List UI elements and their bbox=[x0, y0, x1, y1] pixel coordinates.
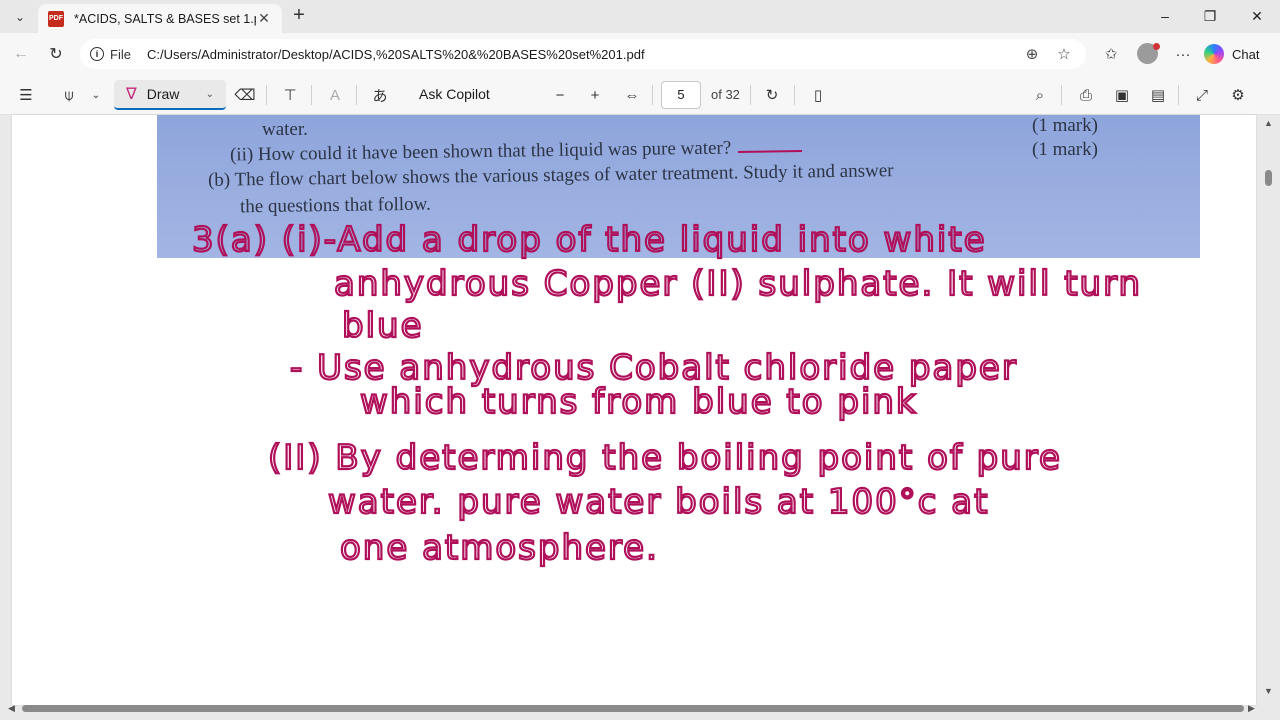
browser-tab[interactable]: PDF *ACIDS, SALTS & BASES set 1.pdf ✕ bbox=[38, 4, 282, 33]
separator bbox=[266, 85, 267, 105]
draw-label: Draw bbox=[146, 86, 180, 102]
info-icon[interactable]: i bbox=[90, 47, 104, 61]
separator bbox=[1061, 85, 1062, 105]
draw-chevron-icon[interactable]: ⌄ bbox=[206, 89, 214, 100]
contents-list-icon[interactable]: ☰ bbox=[14, 83, 38, 107]
text-box-icon[interactable]: ⊤ bbox=[278, 83, 302, 107]
vertical-scrollbar[interactable] bbox=[1262, 115, 1274, 705]
restore-button[interactable]: ❐ bbox=[1196, 5, 1224, 27]
scroll-right-icon[interactable]: ▶ bbox=[1248, 703, 1255, 714]
tab-title: *ACIDS, SALTS & BASES set 1.pdf bbox=[74, 11, 256, 26]
ink-line: which turns from blue to pink bbox=[360, 382, 918, 422]
separator bbox=[794, 85, 795, 105]
highlight-chevron-icon[interactable]: ⌄ bbox=[84, 83, 108, 107]
fit-width-icon[interactable]: ⇔ bbox=[620, 83, 644, 107]
ask-copilot-button[interactable]: Ask Copilot bbox=[419, 86, 490, 102]
settings-gear-icon[interactable]: ⚙ bbox=[1226, 83, 1250, 107]
pdf-icon: PDF bbox=[48, 10, 64, 27]
separator bbox=[750, 85, 751, 105]
page-total-label: of 32 bbox=[711, 87, 740, 102]
zoom-icon[interactable]: ⊕ bbox=[1020, 45, 1044, 63]
zoom-in-icon[interactable]: + bbox=[583, 83, 607, 107]
read-aloud-icon[interactable]: A bbox=[323, 83, 347, 107]
pdf-toolbar: ☰ ⍦ ⌄ ∇ Draw ⌄ ⌫ ⊤ A あ Ask Copilot − + ⇔… bbox=[0, 75, 1280, 115]
chevron-down-icon: ⌄ bbox=[14, 10, 26, 24]
file-label: File bbox=[110, 46, 131, 62]
highlight-icon[interactable]: ⍦ bbox=[57, 83, 81, 107]
underline-stroke bbox=[737, 150, 803, 153]
back-button[interactable]: ← bbox=[8, 42, 34, 66]
ink-line: blue bbox=[342, 306, 424, 346]
vertical-scroll-thumb[interactable] bbox=[1265, 170, 1272, 186]
refresh-button[interactable]: ↻ bbox=[43, 42, 69, 66]
search-icon[interactable]: ⌕ bbox=[1028, 83, 1052, 107]
zoom-out-icon[interactable]: − bbox=[548, 83, 572, 107]
page-number-input[interactable]: 5 bbox=[661, 81, 701, 109]
scroll-up-icon[interactable]: ▲ bbox=[1264, 118, 1273, 128]
separator bbox=[311, 85, 312, 105]
ink-line: 3(a) (i)-Add a drop of the liquid into w… bbox=[192, 220, 987, 260]
handwritten-annotations: 3(a) (i)-Add a drop of the liquid into w… bbox=[191, 150, 1142, 569]
tab-actions-menu-button[interactable]: ⌄ bbox=[8, 6, 32, 28]
separator bbox=[356, 85, 357, 105]
new-tab-button[interactable]: + bbox=[288, 5, 310, 27]
separator bbox=[652, 85, 653, 105]
save-icon[interactable]: ▣ bbox=[1110, 83, 1134, 107]
favorite-star-icon[interactable]: ☆ bbox=[1052, 45, 1076, 63]
print-icon[interactable]: ⎙ bbox=[1074, 83, 1098, 107]
translate-icon[interactable]: あ bbox=[368, 83, 392, 107]
pen-icon: ∇ bbox=[126, 86, 137, 103]
address-bar: ← ↻ i File C:/Users/Administrator/Deskto… bbox=[0, 33, 1280, 75]
title-bar: ⌄ PDF *ACIDS, SALTS & BASES set 1.pdf ✕ … bbox=[0, 0, 1280, 33]
separator bbox=[1178, 85, 1179, 105]
favorites-icon[interactable]: ✩ bbox=[1099, 43, 1123, 65]
minimize-button[interactable]: – bbox=[1151, 5, 1179, 27]
close-tab-icon[interactable]: ✕ bbox=[256, 10, 272, 27]
chat-label: Chat bbox=[1232, 46, 1260, 62]
ink-line: anhydrous Copper (II) sulphate. It will … bbox=[334, 264, 1142, 304]
ink-line: one atmosphere. bbox=[340, 528, 659, 568]
pdf-page[interactable]: water. (1 mark) (ii) How could it have b… bbox=[12, 115, 1256, 705]
fullscreen-icon[interactable]: ⤢ bbox=[1190, 83, 1214, 107]
url-text[interactable]: C:/Users/Administrator/Desktop/ACIDS,%20… bbox=[147, 47, 1012, 62]
eraser-icon[interactable]: ⌫ bbox=[233, 83, 257, 107]
close-window-button[interactable]: ✕ bbox=[1243, 5, 1271, 27]
address-input[interactable]: i File C:/Users/Administrator/Desktop/AC… bbox=[80, 39, 1086, 69]
notification-dot bbox=[1153, 43, 1160, 50]
ink-line: (II) By determing the boiling point of p… bbox=[268, 438, 1062, 478]
draw-button[interactable]: ∇ Draw ⌄ bbox=[114, 80, 226, 110]
page-view-icon[interactable]: ▯ bbox=[806, 83, 830, 107]
horizontal-scroll-thumb[interactable] bbox=[22, 705, 1244, 712]
chat-button[interactable]: Chat bbox=[1204, 41, 1259, 67]
scroll-down-icon[interactable]: ▼ bbox=[1264, 686, 1273, 696]
rotate-icon[interactable]: ↻ bbox=[760, 83, 784, 107]
copilot-icon bbox=[1204, 44, 1224, 64]
pdf-viewer[interactable]: water. (1 mark) (ii) How could it have b… bbox=[0, 115, 1280, 720]
save-as-icon[interactable]: ▤ bbox=[1146, 83, 1170, 107]
more-options-icon[interactable]: ··· bbox=[1171, 43, 1195, 65]
scroll-left-icon[interactable]: ◀ bbox=[8, 703, 15, 714]
ink-line: water. pure water boils at 100°c at bbox=[328, 482, 989, 522]
